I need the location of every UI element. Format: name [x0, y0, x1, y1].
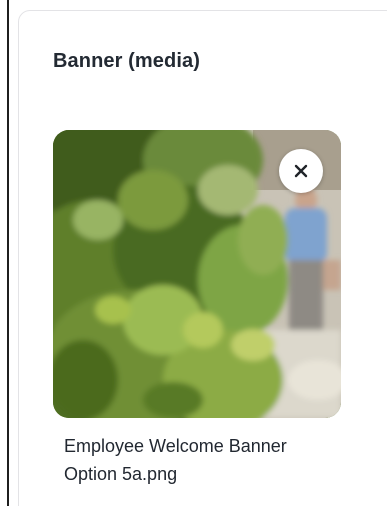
- remove-media-button[interactable]: [279, 149, 323, 193]
- card-title: Banner (media): [53, 50, 200, 72]
- panel-divider: [7, 0, 9, 506]
- media-panel: Banner (media) Employee Welcome Banner O…: [0, 0, 387, 506]
- close-icon: [294, 164, 308, 178]
- media-file-name: Employee Welcome Banner Option 5a.png: [64, 436, 287, 484]
